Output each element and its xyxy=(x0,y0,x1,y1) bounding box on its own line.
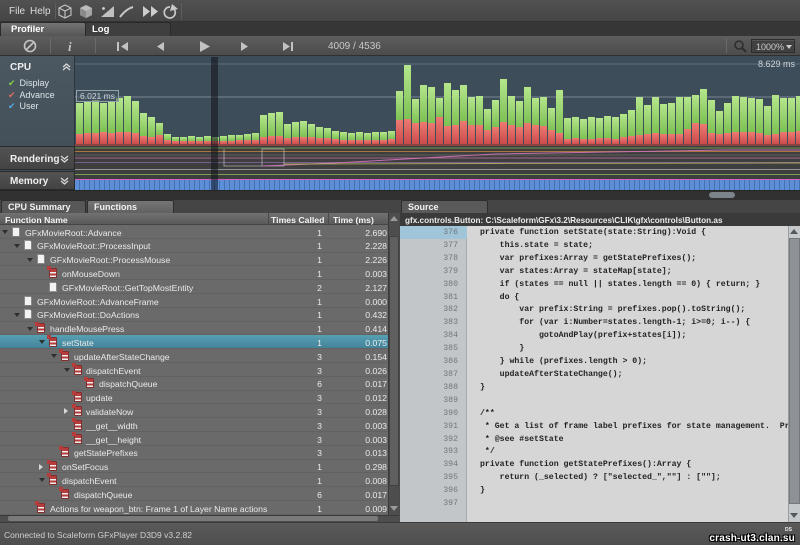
svg-text:i: i xyxy=(68,39,72,54)
